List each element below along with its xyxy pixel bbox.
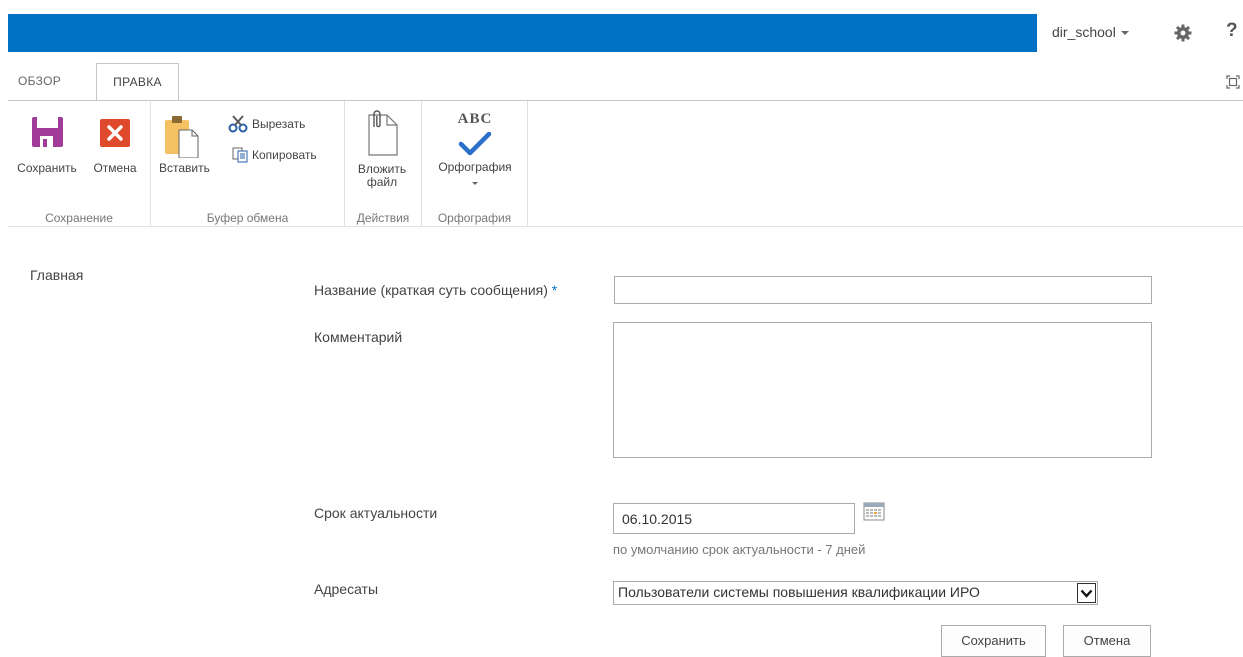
clipboard-group-label: Буфер обмена: [206, 211, 289, 225]
floppy-icon: [10, 114, 84, 152]
focus-on-content-icon[interactable]: [1226, 75, 1240, 89]
scissors-icon: [228, 115, 248, 133]
spelling-group-label: Орфография: [437, 211, 512, 225]
close-icon: [86, 114, 144, 152]
save-button[interactable]: Сохранить: [10, 114, 84, 175]
chevron-down-icon[interactable]: [1077, 583, 1096, 603]
recipients-select[interactable]: Пользователи системы повышения квалифика…: [613, 581, 1098, 605]
copy-button[interactable]: Копировать: [232, 147, 317, 163]
cancel-label: Отмена: [93, 161, 137, 175]
expiry-date-input[interactable]: [613, 503, 855, 534]
spellcheck-icon: ABC: [430, 111, 520, 161]
title-input[interactable]: [614, 276, 1152, 304]
calendar-icon[interactable]: [863, 502, 885, 524]
ribbon: Сохранить Отмена Сохранение Вставить Выр…: [8, 100, 1243, 227]
copy-label: Копировать: [252, 148, 317, 162]
attach-file-button[interactable]: Вложить файл: [351, 109, 413, 189]
comment-field-label: Комментарий: [314, 329, 403, 345]
comment-textarea[interactable]: [613, 322, 1152, 458]
paste-button[interactable]: Вставить: [159, 114, 210, 175]
actions-group-label: Действия: [356, 211, 410, 225]
chevron-down-icon: [1120, 31, 1129, 36]
recipients-selected-value: Пользователи системы повышения квалифика…: [618, 584, 980, 600]
cancel-ribbon-button[interactable]: Отмена: [86, 114, 144, 175]
spelling-label: Орфография: [438, 160, 512, 174]
attach-label-line2: файл: [366, 175, 398, 189]
actions-group: Вложить файл Действия: [345, 101, 422, 227]
paste-label: Вставить: [159, 161, 210, 175]
copy-icon: [232, 147, 248, 163]
tab-edit[interactable]: ПРАВКА: [96, 63, 179, 101]
user-menu[interactable]: dir_school: [1052, 24, 1129, 40]
ribbon-tabs: ОБЗОР ПРАВКА: [8, 63, 1243, 101]
expiry-hint: по умолчанию срок актуальности - 7 дней: [613, 542, 866, 557]
title-label-text: Название (краткая суть сообщения): [314, 282, 548, 298]
nav-home-link[interactable]: Главная: [30, 267, 83, 283]
cut-label: Вырезать: [252, 117, 306, 131]
required-marker: *: [551, 282, 558, 298]
help-icon[interactable]: ?: [1226, 20, 1238, 42]
chevron-down-icon: [472, 182, 478, 185]
title-field-label: Название (краткая суть сообщения) *: [314, 282, 557, 298]
save-group: Сохранить Отмена Сохранение: [8, 101, 151, 227]
save-label: Сохранить: [17, 161, 77, 175]
gear-icon[interactable]: [1174, 24, 1192, 45]
clipboard-group: Вставить Вырезать Копировать Буфер обмен…: [151, 101, 345, 227]
tab-overview[interactable]: ОБЗОР: [18, 63, 61, 100]
user-bar: dir_school ?: [1037, 14, 1243, 52]
form-save-button[interactable]: Сохранить: [941, 625, 1046, 657]
recipients-field-label: Адресаты: [314, 581, 379, 597]
expiry-field-label: Срок актуальности: [314, 505, 438, 521]
spelling-group: ABC Орфография Орфография: [422, 101, 528, 227]
save-group-label: Сохранение: [45, 211, 113, 225]
spelling-button[interactable]: ABC Орфография: [430, 111, 520, 188]
cut-button[interactable]: Вырезать: [228, 115, 305, 133]
abc-text: ABC: [457, 111, 493, 127]
attach-file-icon: [351, 109, 413, 163]
clipboard-icon: [159, 114, 203, 162]
form-cancel-button[interactable]: Отмена: [1063, 625, 1151, 657]
user-name: dir_school: [1052, 24, 1116, 40]
